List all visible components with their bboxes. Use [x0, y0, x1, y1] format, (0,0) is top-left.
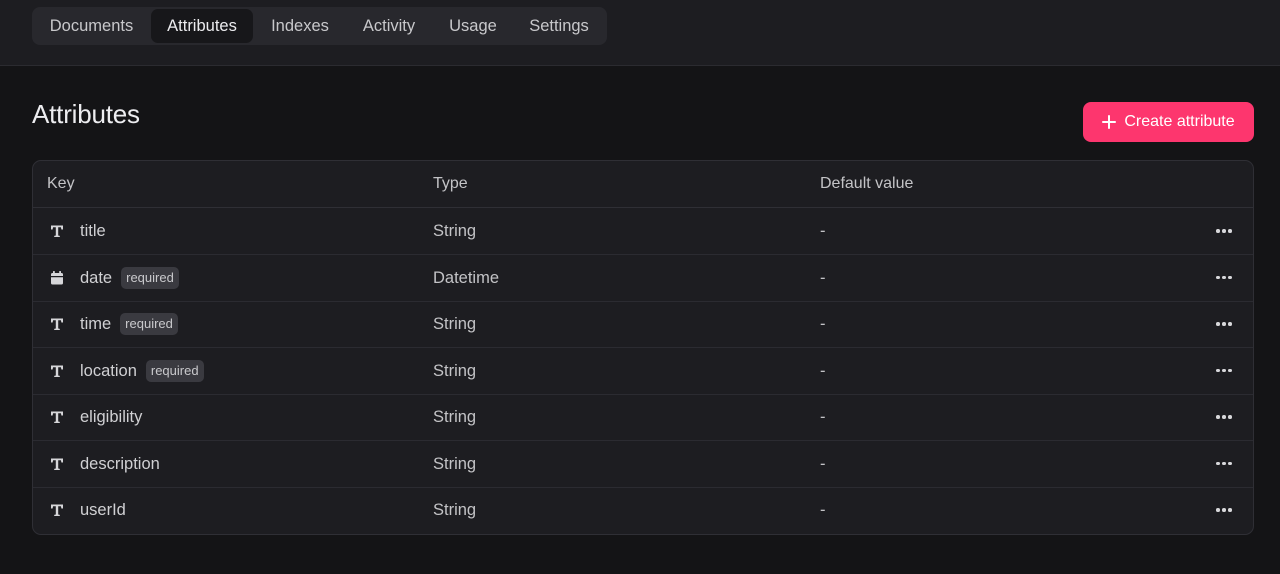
column-header-default-value: Default value — [820, 175, 914, 192]
table-row[interactable]: title String - — [33, 208, 1253, 255]
required-badge: required — [145, 359, 204, 382]
more-options-icon[interactable] — [1211, 269, 1237, 287]
attribute-key-cell: eligibility — [80, 394, 142, 440]
tab-documents[interactable]: Documents — [34, 9, 149, 43]
tab-usage[interactable]: Usage — [433, 9, 513, 43]
text-type-icon — [49, 409, 65, 425]
tab-bar: Documents Attributes Indexes Activity Us… — [32, 7, 607, 45]
more-options-icon[interactable] — [1211, 315, 1237, 333]
required-badge: required — [121, 266, 179, 289]
column-header-key: Key — [47, 175, 75, 192]
more-options-icon[interactable] — [1211, 455, 1237, 473]
more-options-icon[interactable] — [1211, 362, 1237, 380]
create-attribute-label: Create attribute — [1124, 113, 1235, 130]
attribute-key-cell: location required — [80, 348, 204, 394]
attribute-type: String — [433, 501, 477, 519]
attribute-default-value: - — [820, 501, 826, 519]
attribute-key-cell: userId — [80, 487, 126, 533]
required-badge: required — [120, 313, 178, 335]
attribute-type: String — [433, 454, 477, 473]
attribute-key-cell: time required — [80, 301, 178, 347]
table-row[interactable]: date required Datetime - — [33, 255, 1253, 302]
attribute-default-value: - — [820, 408, 826, 426]
tab-settings[interactable]: Settings — [515, 9, 603, 43]
attribute-key: date — [80, 268, 113, 287]
attribute-default-value: - — [820, 268, 826, 287]
more-options-icon[interactable] — [1211, 408, 1237, 426]
table-header: Key Type Default value — [33, 161, 1253, 208]
attribute-default-value: - — [820, 361, 826, 380]
attribute-default-value: - — [820, 454, 826, 473]
tab-attributes[interactable]: Attributes — [151, 9, 253, 43]
attribute-type: String — [433, 408, 477, 426]
tab-indexes[interactable]: Indexes — [255, 9, 345, 43]
table-row[interactable]: userId String - — [33, 487, 1253, 534]
attribute-type: String — [433, 222, 477, 240]
attribute-key: description — [80, 454, 160, 473]
attribute-default-value: - — [820, 315, 826, 333]
more-options-icon[interactable] — [1211, 501, 1237, 519]
calendar-icon — [49, 270, 65, 286]
attribute-key-cell: description — [80, 441, 160, 487]
column-header-type: Type — [433, 175, 468, 192]
tab-activity[interactable]: Activity — [347, 9, 431, 43]
table-row[interactable]: location required String - — [33, 348, 1253, 395]
more-options-icon[interactable] — [1211, 222, 1237, 240]
attribute-default-value: - — [820, 222, 826, 240]
attribute-key-cell: title — [80, 208, 106, 254]
table-row[interactable]: eligibility String - — [33, 394, 1253, 441]
attribute-key: title — [80, 222, 106, 240]
attribute-key-cell: date required — [80, 255, 179, 301]
text-type-icon — [49, 456, 65, 472]
text-type-icon — [49, 223, 65, 239]
text-type-icon — [49, 502, 65, 518]
table-row[interactable]: description String - — [33, 441, 1253, 488]
table-row[interactable]: time required String - — [33, 301, 1253, 348]
plus-icon — [1102, 115, 1117, 129]
top-bar: Documents Attributes Indexes Activity Us… — [0, 0, 1280, 66]
attribute-type: String — [433, 315, 477, 333]
attribute-type: Datetime — [433, 268, 500, 287]
attribute-key: userId — [80, 501, 126, 519]
text-type-icon — [49, 363, 65, 379]
create-attribute-button[interactable]: Create attribute — [1083, 102, 1254, 142]
attribute-key: location — [80, 361, 137, 380]
text-type-icon — [49, 316, 65, 332]
attribute-key: eligibility — [80, 408, 143, 426]
attributes-table: Key Type Default value title String - date r… — [32, 160, 1254, 535]
page-title: Attributes — [32, 99, 140, 129]
attribute-type: String — [433, 361, 477, 380]
attribute-key: time — [80, 315, 112, 333]
